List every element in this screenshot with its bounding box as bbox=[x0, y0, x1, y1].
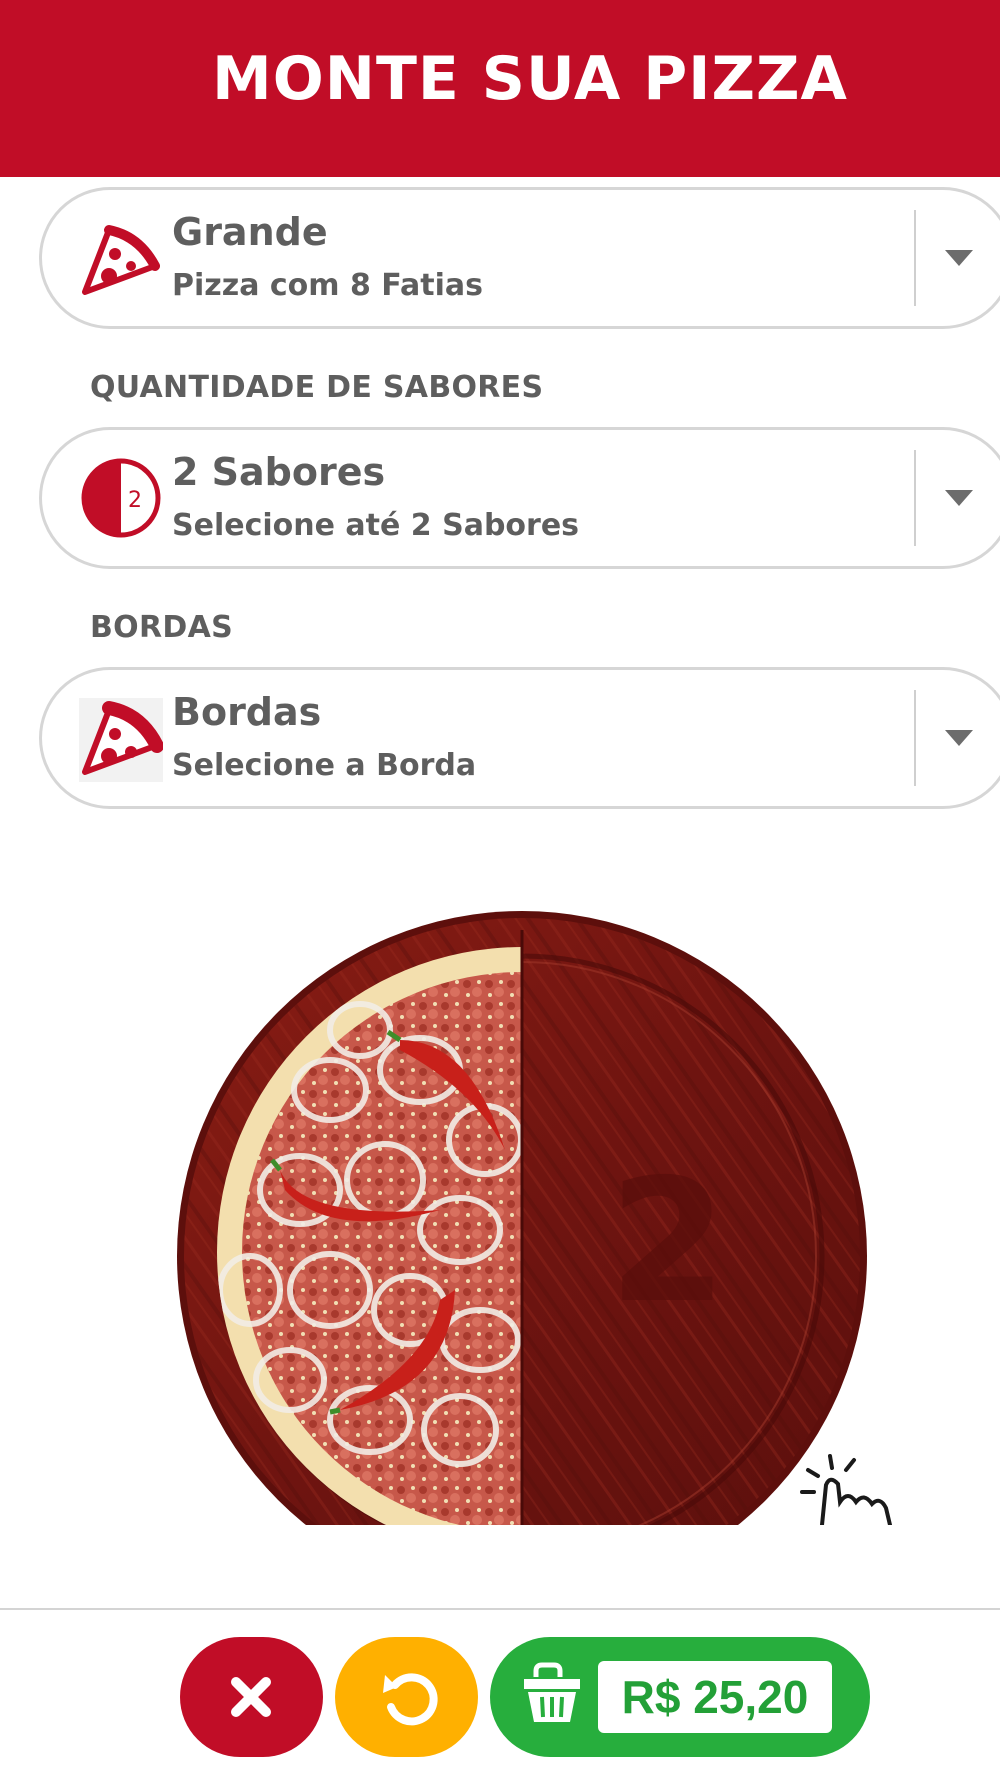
chevron-down-icon[interactable] bbox=[945, 250, 973, 266]
page-title: MONTE SUA PIZZA bbox=[212, 44, 848, 114]
size-title: Grande bbox=[172, 210, 328, 254]
size-subtitle: Pizza com 8 Fatias bbox=[172, 268, 484, 303]
crust-select[interactable]: Bordas Selecione a Borda bbox=[39, 667, 1000, 809]
size-select[interactable]: Grande Pizza com 8 Fatias bbox=[39, 187, 1000, 329]
crust-section-label: BORDAS bbox=[90, 610, 233, 645]
half-circle-number: 2 bbox=[128, 488, 142, 513]
close-icon bbox=[231, 1677, 271, 1717]
flavors-section-label: QUANTIDADE DE SABORES bbox=[90, 370, 544, 405]
basket-icon bbox=[524, 1662, 580, 1722]
chevron-down-icon[interactable] bbox=[945, 490, 973, 506]
add-to-cart-button[interactable]: R$ 25,20 bbox=[490, 1637, 870, 1757]
pizza-board[interactable]: 2 bbox=[0, 890, 1000, 1525]
cancel-button[interactable] bbox=[180, 1637, 323, 1757]
app-header: MONTE SUA PIZZA bbox=[0, 0, 1000, 177]
pizza-slice-icon bbox=[82, 225, 160, 295]
tap-hand-icon bbox=[800, 1454, 892, 1525]
crust-title: Bordas bbox=[172, 690, 322, 734]
flavors-title: 2 Sabores bbox=[172, 450, 386, 494]
pizza-slice-icon bbox=[79, 698, 163, 782]
half-circle-icon: 2 bbox=[81, 458, 161, 538]
flavors-subtitle: Selecione até 2 Sabores bbox=[172, 508, 580, 543]
select-divider bbox=[914, 690, 916, 786]
select-divider bbox=[914, 210, 916, 306]
reset-button[interactable] bbox=[335, 1637, 478, 1757]
footer-divider bbox=[0, 1608, 1000, 1610]
undo-icon bbox=[383, 1673, 438, 1726]
crust-subtitle: Selecione a Borda bbox=[172, 748, 477, 783]
pizza-preview[interactable]: 2 bbox=[0, 890, 1000, 1525]
flavors-select[interactable]: 2 2 Sabores Selecione até 2 Sabores bbox=[39, 427, 1000, 569]
price-label: R$ 25,20 bbox=[598, 1661, 832, 1733]
empty-half-number: 2 bbox=[609, 1143, 727, 1341]
select-divider bbox=[914, 450, 916, 546]
chevron-down-icon[interactable] bbox=[945, 730, 973, 746]
